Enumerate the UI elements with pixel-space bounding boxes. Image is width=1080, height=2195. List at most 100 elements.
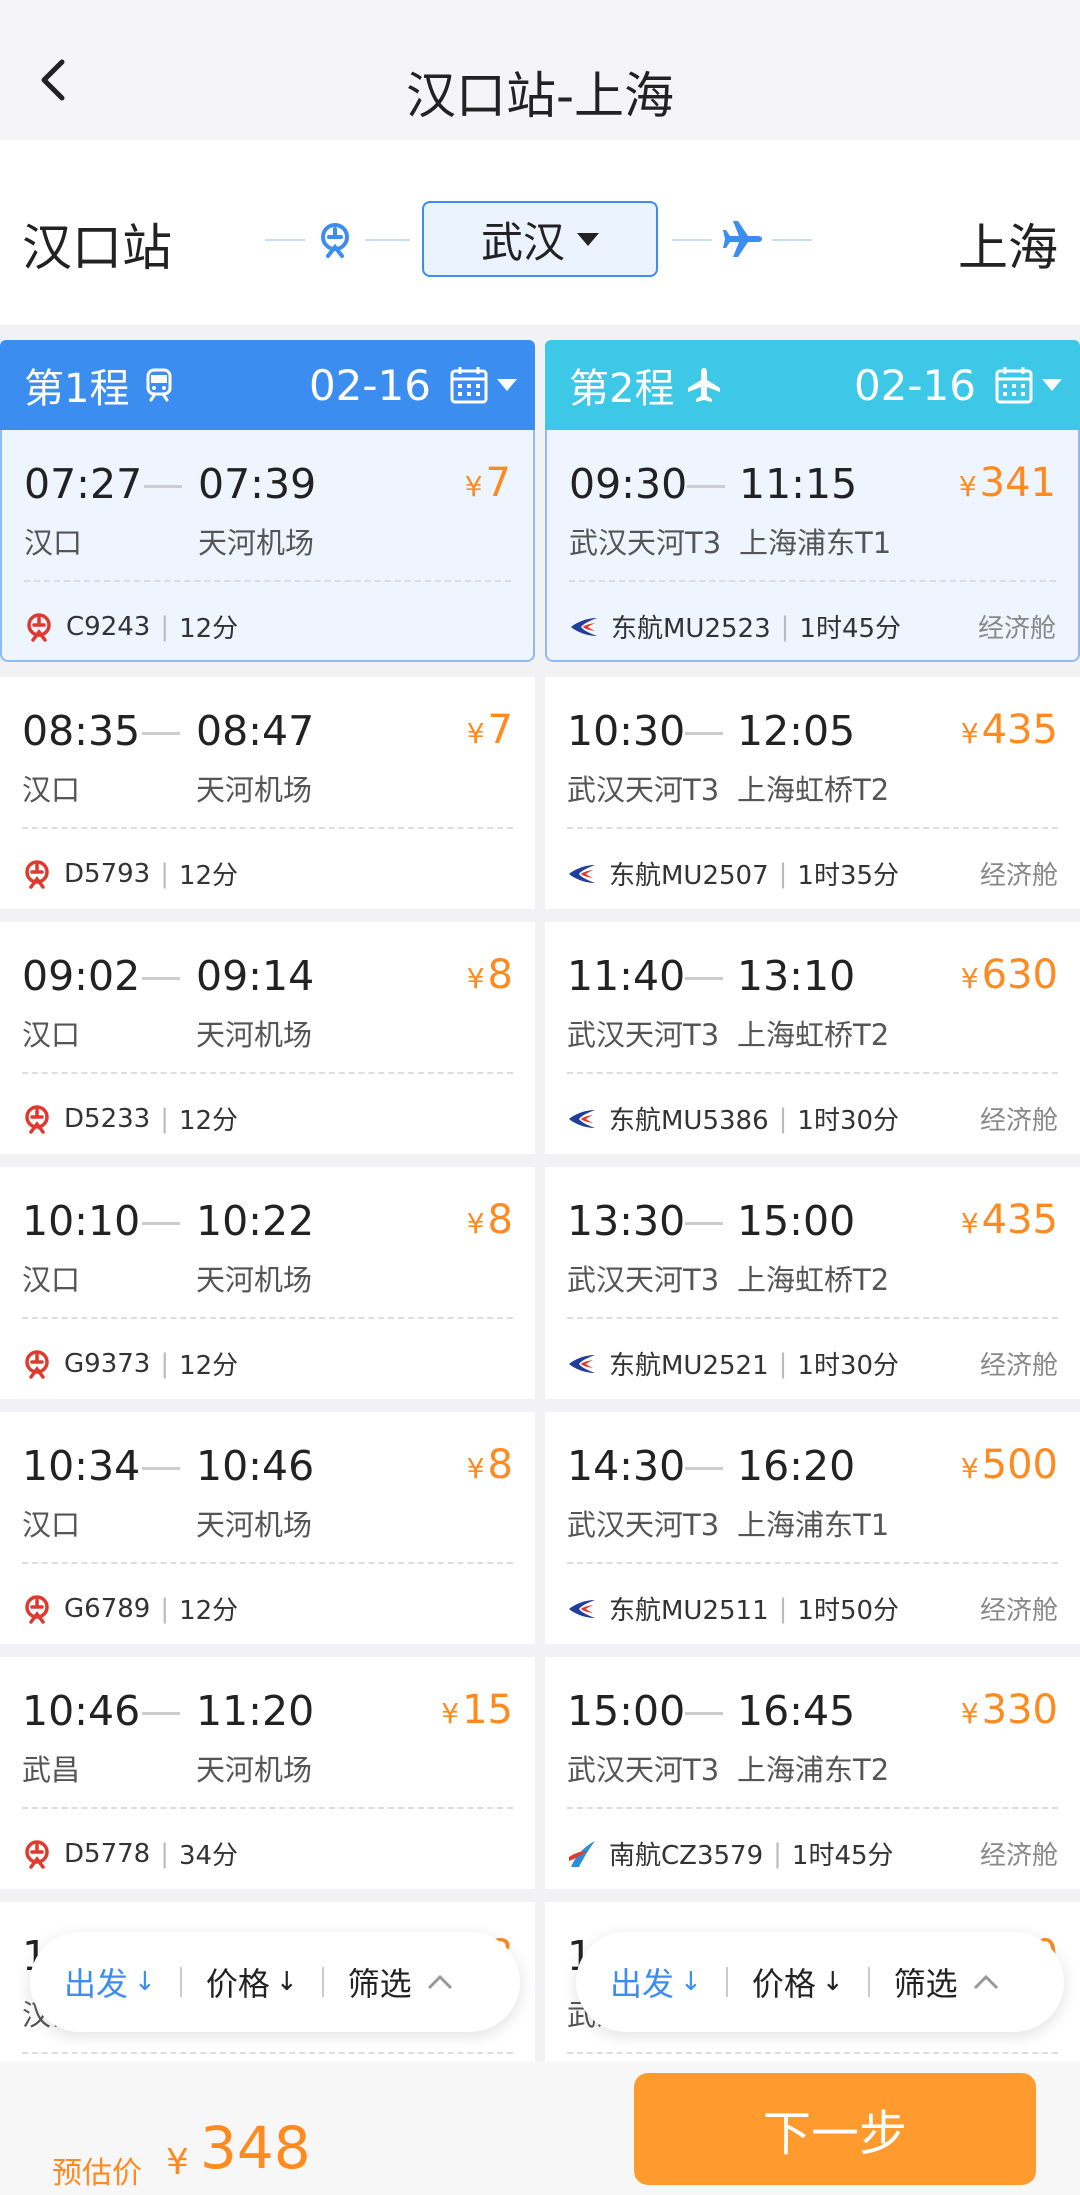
transfer-city-selector[interactable]: 武汉 [422,201,658,277]
departure-time: 13:30 [567,1197,686,1245]
estimate-label: 预估价 [52,2156,142,2191]
arrival-station: 天河机场 [196,1508,313,1542]
flight-number: 东航MU2521 [609,1351,769,1381]
departure-station: 汉口 [22,1263,81,1297]
calendar-icon[interactable] [994,365,1034,405]
duration: 12分 [178,1106,239,1136]
railway-logo-icon [25,1104,49,1134]
time-arrow [685,977,723,980]
train-number: G9373 [64,1348,151,1379]
leg-date: 02-16 [308,360,431,410]
dropdown-triangle-icon [497,379,517,391]
departure-time: 10:46 [22,1687,141,1735]
arrival-station: 天河机场 [196,1263,313,1297]
currency-symbol: ¥ [466,1207,485,1240]
price-value: 500 [981,1442,1058,1488]
railway-icon [321,223,349,258]
flight-option-card[interactable]: 15:00 16:45 ¥330 武汉天河T3 上海浦东T2 南航CZ3579 | 1时45分… [545,1657,1080,1889]
separator: | [160,1593,170,1624]
dashed-divider [569,580,1056,582]
calendar-icon[interactable] [449,365,489,405]
arrival-time: 12:05 [737,707,856,755]
departure-station: 武昌 [22,1753,81,1787]
arrival-time: 10:22 [196,1197,315,1245]
filter-label: 筛选 [347,1965,412,2003]
time-arrow [685,1222,723,1225]
train-option-card[interactable]: 08:35 08:47 ¥7 汉口 天河机场 D5793 | 12分 [0,677,535,909]
arrival-time: 08:47 [196,707,315,755]
divider [179,1967,182,1997]
currency-symbol: ¥ [960,1207,979,1240]
china-eastern-logo-icon [569,1599,595,1618]
price-value: 341 [979,460,1056,506]
filter-button[interactable]: 筛选 [348,1959,454,2005]
railway-logo-icon [25,1594,49,1624]
arrival-station: 上海虹桥T2 [737,773,890,807]
filter-button[interactable]: 筛选 [894,1959,1000,2005]
page-title: 汉口站-上海 [405,67,675,125]
sort-arrow-icon: ↓ [275,1967,298,1997]
duration: 12分 [179,1351,239,1381]
railway-logo-icon [25,859,49,889]
trip-details: D5793 | 12分 [22,855,513,892]
departure-station: 武汉天河T3 [567,773,720,807]
train-option-card[interactable]: 07:27 07:39 ¥7 汉口 天河机场 C9243 | 12分 [0,430,535,662]
departure-station: 武汉天河T3 [567,1508,720,1542]
leg-2-list: 09:30 11:15 ¥341 武汉天河T3 上海浦东T1 东航MU2523 | 1时45分… [545,430,1080,2134]
time-arrow [144,485,182,488]
divider [867,1967,870,1997]
leg-name: 第1程 [24,366,130,412]
plane-icon [688,368,721,402]
price-value: 435 [981,1197,1058,1243]
flight-option-card[interactable]: 10:30 12:05 ¥435 武汉天河T3 上海虹桥T2 东航MU2507 | 1时35分… [545,677,1080,909]
arrival-station: 上海虹桥T2 [737,1018,890,1052]
train-option-card[interactable]: 10:34 10:46 ¥8 汉口 天河机场 G6789 | 12分 [0,1412,535,1644]
top-nav: 汉口站-上海 [0,0,1080,140]
time-arrow [687,485,725,488]
duration: 1时30分 [797,1351,900,1381]
price: ¥435 [961,707,1058,753]
trip-details: G6789 | 12分 [22,1590,513,1627]
separator: | [160,1838,169,1869]
leg-1-header[interactable]: 第1程 02-16 [0,340,535,430]
separator: | [780,611,790,642]
arrival-station: 上海浦东T1 [739,526,892,560]
price: ¥500 [961,1442,1058,1488]
arrival-station: 天河机场 [196,773,313,807]
sort-price-label: 价格 [751,1965,816,2003]
leg-2-header[interactable]: 第2程 02-16 [545,340,1080,430]
cabin-class: 经济舱 [979,1106,1058,1136]
separator: | [778,1593,788,1624]
next-step-button[interactable]: 下一步 [634,2073,1036,2185]
train-option-card[interactable]: 10:46 11:20 ¥15 武昌 天河机场 D5778 | 34分 [0,1657,535,1889]
departure-time: 10:10 [22,1197,141,1245]
sort-by-departure[interactable]: 出发 ↓ [610,1959,702,2005]
sort-departure-label: 出发 [64,1965,129,2003]
sort-by-departure[interactable]: 出发 ↓ [64,1959,156,2005]
arrival-station: 天河机场 [196,1753,313,1787]
china-eastern-logo-icon [569,1109,595,1128]
price-value: 7 [485,460,511,506]
dropdown-triangle-icon [1042,379,1062,391]
departure-station: 武汉天河T3 [567,1263,720,1297]
sort-by-price[interactable]: 价格 ↓ [206,1959,298,2005]
train-option-card[interactable]: 09:02 09:14 ¥8 汉口 天河机场 D5233 | 12分 [0,922,535,1154]
flight-option-card[interactable]: 09:30 11:15 ¥341 武汉天河T3 上海浦东T1 东航MU2523 | 1时45分… [545,430,1080,662]
dashed-divider [22,1562,513,1564]
departure-station: 汉口 [22,773,81,807]
railway-logo-icon [25,1839,49,1869]
train-option-card[interactable]: 10:10 10:22 ¥8 汉口 天河机场 G9373 | 12分 [0,1167,535,1399]
route-line [265,239,305,241]
flight-option-card[interactable]: 13:30 15:00 ¥435 武汉天河T3 上海虹桥T2 东航MU2521 | 1时30分… [545,1167,1080,1399]
dashed-divider [567,827,1058,829]
departure-time: 14:30 [567,1442,686,1490]
price-value: 435 [981,707,1058,753]
cabin-class: 经济舱 [979,1351,1058,1381]
estimate-price: 348 [200,2114,311,2182]
flight-option-card[interactable]: 11:40 13:10 ¥630 武汉天河T3 上海虹桥T2 东航MU5386 | 1时30分… [545,922,1080,1154]
departure-station: 汉口 [24,526,83,560]
dashed-divider [567,2052,1058,2054]
price: ¥15 [441,1687,513,1733]
sort-by-price[interactable]: 价格 ↓ [752,1959,844,2005]
flight-option-card[interactable]: 14:30 16:20 ¥500 武汉天河T3 上海浦东T1 东航MU2511 | 1时50分… [545,1412,1080,1644]
